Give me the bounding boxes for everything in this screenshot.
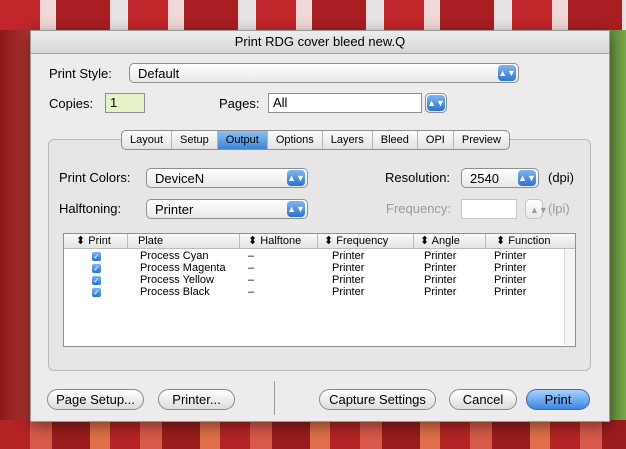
plate-name: Process Yellow [140, 274, 214, 286]
frequency-field[interactable] [461, 199, 517, 219]
tab-output[interactable]: Output [217, 131, 268, 149]
up-down-arrows-icon: ▲▼ [287, 170, 305, 186]
angle-value: Printer [424, 274, 457, 286]
angle-value: Printer [424, 262, 457, 274]
print-style-label: Print Style: [49, 66, 112, 81]
print-checkbox[interactable]: ✓ [92, 262, 101, 274]
function-value: Printer [494, 286, 527, 298]
page-setup-button[interactable]: Page Setup... [47, 389, 144, 410]
print-checkbox[interactable]: ✓ [92, 250, 101, 262]
plate-name: Process Magenta [140, 262, 226, 274]
column-frequency[interactable]: ⬍ Frequency [318, 234, 414, 248]
up-down-arrows-icon: ▲▼ [287, 201, 305, 217]
halftone-value: – [248, 286, 255, 298]
plates-table: ⬍ Print Plate ⬍ Halftone ⬍ Frequency ⬍ A… [63, 233, 576, 347]
window-title: Print RDG cover bleed new.Q [31, 31, 609, 54]
halftone-value: – [248, 262, 255, 274]
capture-settings-button[interactable]: Capture Settings [319, 389, 436, 410]
table-header: ⬍ Print Plate ⬍ Halftone ⬍ Frequency ⬍ A… [64, 234, 575, 249]
pages-popup[interactable]: ▲▼ [425, 93, 447, 113]
tab-setup[interactable]: Setup [172, 131, 218, 149]
print-dialog: Print RDG cover bleed new.Q Print Style:… [30, 30, 610, 422]
column-halftone[interactable]: ⬍ Halftone [240, 234, 318, 248]
sort-arrows-icon: ⬍ [248, 235, 258, 247]
output-panel: Print Colors: DeviceN ▲▼ Resolution: 254… [48, 139, 591, 371]
frequency-value: Printer [332, 274, 365, 286]
copies-label: Copies: [49, 96, 94, 111]
tab-layout[interactable]: Layout [122, 131, 173, 149]
plate-name: Process Cyan [140, 250, 209, 262]
column-angle[interactable]: ⬍ Angle [414, 234, 486, 248]
print-colors-label: Print Colors: [59, 170, 131, 185]
sort-arrows-icon: ⬍ [420, 235, 430, 247]
resolution-label: Resolution: [385, 170, 451, 185]
tab-layers[interactable]: Layers [323, 131, 373, 149]
resolution-unit: (dpi) [548, 170, 575, 185]
tab-bleed[interactable]: Bleed [373, 131, 418, 149]
halftone-value: – [248, 274, 255, 286]
table-row[interactable]: ✓ Process Magenta – Printer Printer Prin… [64, 262, 575, 274]
copies-field[interactable]: 1 [105, 93, 145, 113]
up-down-arrows-icon: ▲▼ [530, 205, 548, 215]
frequency-label: Frequency: [386, 201, 452, 216]
frequency-unit: (lpi) [548, 201, 570, 216]
pages-field[interactable]: All [268, 93, 422, 113]
function-value: Printer [494, 262, 527, 274]
up-down-arrows-icon: ▲▼ [498, 65, 516, 81]
table-row[interactable]: ✓ Process Black – Printer Printer Printe… [64, 286, 575, 298]
background-artwork-bottom [0, 420, 626, 449]
frequency-value: Printer [332, 250, 365, 262]
plate-name: Process Black [140, 286, 210, 298]
cancel-button[interactable]: Cancel [449, 389, 517, 410]
checkmark-icon: ✓ [92, 264, 101, 273]
halftone-value: – [248, 250, 255, 262]
sort-arrows-icon: ⬍ [496, 235, 506, 247]
frequency-value: Printer [332, 262, 365, 274]
print-colors-popup[interactable]: DeviceN ▲▼ [146, 168, 308, 188]
halftoning-popup[interactable]: Printer ▲▼ [146, 199, 308, 219]
frequency-value: Printer [332, 286, 365, 298]
sort-arrows-icon: ⬍ [76, 235, 86, 247]
print-colors-value: DeviceN [155, 171, 205, 186]
frequency-stepper[interactable]: ▲▼ [525, 199, 548, 219]
print-checkbox[interactable]: ✓ [92, 286, 101, 298]
print-checkbox[interactable]: ✓ [92, 274, 101, 286]
checkmark-icon: ✓ [92, 252, 101, 261]
background-artwork-top [0, 0, 626, 30]
angle-value: Printer [424, 286, 457, 298]
table-scrollbar[interactable] [564, 249, 575, 345]
tab-opi[interactable]: OPI [418, 131, 454, 149]
function-value: Printer [494, 274, 527, 286]
function-value: Printer [494, 250, 527, 262]
printer-button[interactable]: Printer... [158, 389, 235, 410]
print-style-popup[interactable]: Default ▲▼ [129, 63, 519, 83]
sort-arrows-icon: ⬍ [324, 235, 334, 247]
print-button[interactable]: Print [526, 389, 590, 410]
column-print[interactable]: ⬍ Print [64, 234, 128, 248]
column-function[interactable]: ⬍ Function [486, 234, 575, 248]
halftoning-label: Halftoning: [59, 201, 122, 216]
up-down-arrows-icon: ▲▼ [427, 95, 445, 111]
tab-bar: Layout Setup Output Options Layers Bleed… [121, 130, 510, 150]
print-style-value: Default [138, 66, 180, 81]
halftoning-value: Printer [155, 202, 194, 217]
table-row[interactable]: ✓ Process Yellow – Printer Printer Print… [64, 274, 575, 286]
pages-label: Pages: [219, 96, 260, 111]
resolution-popup[interactable]: 2540 ▲▼ [461, 168, 539, 188]
tab-preview[interactable]: Preview [454, 131, 509, 149]
checkmark-icon: ✓ [92, 288, 101, 297]
up-down-arrows-icon: ▲▼ [518, 170, 536, 186]
column-plate[interactable]: Plate [128, 234, 240, 248]
checkmark-icon: ✓ [92, 276, 101, 285]
angle-value: Printer [424, 250, 457, 262]
button-divider [274, 381, 275, 415]
table-row[interactable]: ✓ Process Cyan – Printer Printer Printer [64, 250, 575, 262]
tab-options[interactable]: Options [268, 131, 323, 149]
resolution-value: 2540 [470, 171, 499, 186]
